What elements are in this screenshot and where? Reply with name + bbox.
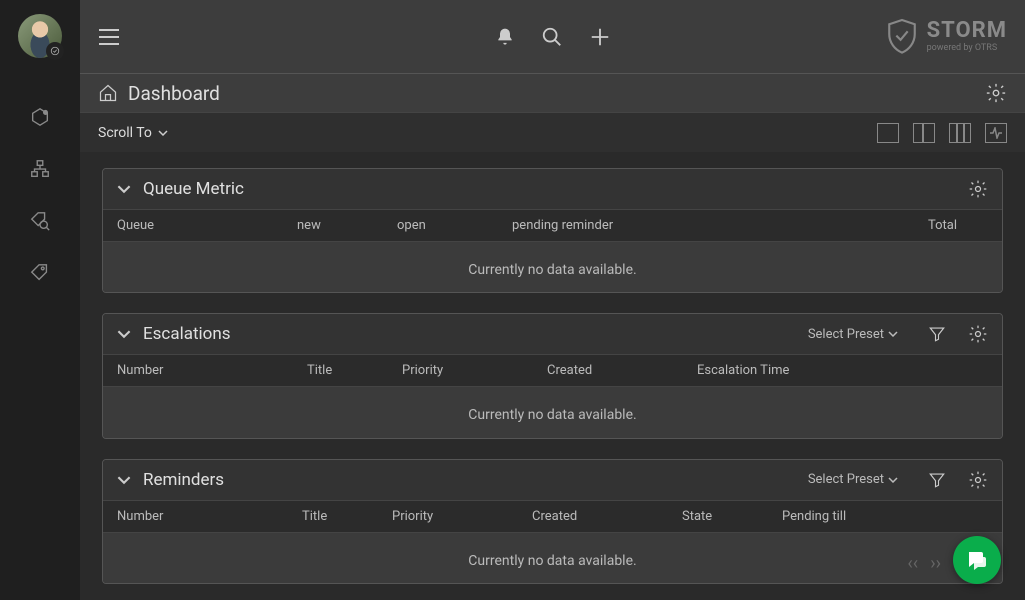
- plus-icon[interactable]: [589, 26, 611, 48]
- tools-row: Scroll To: [80, 112, 1025, 152]
- chevron-down-icon[interactable]: [117, 182, 131, 196]
- layout-2-button[interactable]: [913, 123, 935, 143]
- brand-tagline: powered by OTRS: [927, 44, 1007, 53]
- col-header: Created: [532, 509, 682, 524]
- chat-fab[interactable]: [953, 536, 1001, 584]
- select-preset-dropdown[interactable]: Select Preset: [808, 472, 898, 487]
- home-icon: [98, 83, 118, 103]
- chevron-down-icon[interactable]: [117, 473, 131, 487]
- pager-prev[interactable]: ‹‹: [907, 553, 918, 574]
- gear-icon[interactable]: [985, 82, 1007, 104]
- chevron-down-icon: [888, 477, 898, 483]
- panel-empty-text: Currently no data available.: [103, 387, 1002, 438]
- col-header: Number: [117, 509, 302, 524]
- nav-ticket-icon[interactable]: [29, 106, 51, 128]
- panel-columns: Number Title Priority Created Escalation…: [103, 354, 1002, 387]
- col-header: Pending till: [782, 509, 988, 524]
- chat-icon: [965, 548, 989, 572]
- panel-escalations: Escalations Select Preset Number Title P…: [102, 313, 1003, 438]
- select-preset-dropdown[interactable]: Select Preset: [808, 327, 898, 342]
- pager-next[interactable]: ››: [930, 553, 941, 574]
- shield-icon: [885, 17, 919, 57]
- topbar: STORM powered by OTRS: [80, 0, 1025, 74]
- col-header: open: [397, 218, 512, 233]
- col-header: Priority: [392, 509, 532, 524]
- chevron-down-icon[interactable]: [117, 327, 131, 341]
- main-area: STORM powered by OTRS Dashboard Scroll T…: [80, 0, 1025, 600]
- col-header: Total: [928, 218, 988, 233]
- nav-search-tag-icon[interactable]: [29, 210, 51, 232]
- gear-icon[interactable]: [968, 179, 988, 199]
- bell-icon[interactable]: [495, 26, 515, 48]
- col-header: Title: [302, 509, 392, 524]
- panel-title: Reminders: [143, 470, 224, 490]
- col-header: Escalation Time: [697, 363, 988, 378]
- panel-header: Queue Metric: [103, 169, 1002, 209]
- nav-org-icon[interactable]: [29, 158, 51, 180]
- gear-icon[interactable]: [968, 324, 988, 344]
- panel-empty-text: Currently no data available.: [103, 242, 1002, 293]
- panel-columns: Queue new open pending reminder Total: [103, 209, 1002, 242]
- col-header: Created: [547, 363, 697, 378]
- panel-title: Escalations: [143, 324, 231, 344]
- page-title: Dashboard: [128, 82, 220, 105]
- panel-columns: Number Title Priority Created State Pend…: [103, 500, 1002, 533]
- content: Queue Metric Queue new open pending remi…: [80, 152, 1025, 600]
- panel-empty-text: Currently no data available.: [103, 533, 1002, 584]
- col-header: Queue: [117, 218, 297, 233]
- col-header: pending reminder: [512, 218, 928, 233]
- panel-header: Reminders Select Preset: [103, 460, 1002, 500]
- layout-3-button[interactable]: [949, 123, 971, 143]
- filter-icon[interactable]: [928, 325, 946, 343]
- panel-queue-metric: Queue Metric Queue new open pending remi…: [102, 168, 1003, 293]
- layout-activity-button[interactable]: [985, 123, 1007, 143]
- brand: STORM powered by OTRS: [885, 17, 1007, 57]
- chevron-down-icon: [158, 130, 168, 136]
- panel-header: Escalations Select Preset: [103, 314, 1002, 354]
- panel-title: Queue Metric: [143, 179, 244, 199]
- preset-label: Select Preset: [808, 327, 884, 342]
- left-rail: [0, 0, 80, 600]
- menu-button[interactable]: [98, 28, 120, 46]
- col-header: Priority: [402, 363, 547, 378]
- filter-icon[interactable]: [928, 471, 946, 489]
- preset-label: Select Preset: [808, 472, 884, 487]
- avatar[interactable]: [18, 14, 62, 58]
- scroll-to-label: Scroll To: [98, 125, 152, 141]
- col-header: Number: [117, 363, 307, 378]
- col-header: State: [682, 509, 782, 524]
- col-header: new: [297, 218, 397, 233]
- search-icon[interactable]: [541, 26, 563, 48]
- status-badge: [46, 42, 64, 60]
- panel-reminders: Reminders Select Preset Number Title Pri…: [102, 459, 1003, 584]
- scroll-to-dropdown[interactable]: Scroll To: [98, 125, 168, 141]
- gear-icon[interactable]: [968, 470, 988, 490]
- nav-tag-icon[interactable]: [29, 262, 51, 284]
- layout-1-button[interactable]: [877, 123, 899, 143]
- brand-name: STORM: [927, 20, 1007, 42]
- chevron-down-icon: [888, 331, 898, 337]
- pager: ‹‹ ››: [907, 553, 941, 574]
- col-header: Title: [307, 363, 402, 378]
- page-title-row: Dashboard: [80, 74, 1025, 112]
